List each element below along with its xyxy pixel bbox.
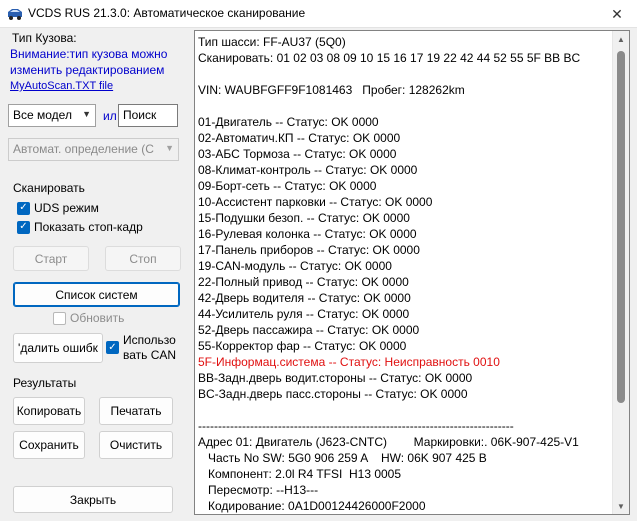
model-combo-value: Все модел xyxy=(13,108,72,122)
output-line: 22-Полный привод -- Статус: OK 0000 xyxy=(198,275,409,289)
close-window-icon[interactable]: ✕ xyxy=(597,0,637,28)
title-bar: VCDS RUS 21.3.0: Автоматическое сканиров… xyxy=(0,0,637,28)
output-line: 08-Климат-контроль -- Статус: OK 0000 xyxy=(198,163,418,177)
model-combo[interactable]: Все модел ▼ xyxy=(8,104,96,127)
scan-output-lines: Тип шасси: FF-AU37 (5Q0) Сканировать: 01 … xyxy=(198,34,608,514)
scrollbar-thumb[interactable] xyxy=(617,51,625,403)
output-line: 15-Подушки безоп. -- Статус: OK 0000 xyxy=(198,211,410,225)
body-type-warning-line1: Внимание:тип кузова можно xyxy=(10,47,168,61)
output-line: 02-Автоматич.КП -- Статус: OK 0000 xyxy=(198,131,401,145)
output-line: Компонент: 2.0l R4 TFSI H13 0005 xyxy=(198,467,402,481)
checkmark-icon: ✓ xyxy=(17,220,30,234)
chevron-down-icon: ▼ xyxy=(82,109,91,119)
output-line: 16-Рулевая колонка -- Статус: OK 0000 xyxy=(198,227,417,241)
start-button[interactable]: Старт xyxy=(13,246,89,271)
checkmark-icon: ✓ xyxy=(106,341,119,354)
print-button[interactable]: Печатать xyxy=(99,397,173,425)
scan-output-textarea[interactable]: Тип шасси: FF-AU37 (5Q0) Сканировать: 01 … xyxy=(194,30,630,515)
show-freeze-frame-label: Показать стоп-кадр xyxy=(34,220,143,234)
scroll-up-arrow-icon[interactable]: ▲ xyxy=(613,31,629,47)
use-can-label: Использо вать CAN xyxy=(123,333,176,363)
scan-label: Сканировать xyxy=(13,181,85,195)
body-type-label: Тип Кузова: xyxy=(12,31,77,45)
output-line: VIN: WAUBFGFF9F1081463 Пробег: 128262km xyxy=(198,83,465,97)
close-button[interactable]: Закрыть xyxy=(13,486,173,513)
refresh-label: Обновить xyxy=(70,311,125,325)
clear-button[interactable]: Очистить xyxy=(99,431,173,459)
output-line: 55-Корректор фар -- Статус: OK 0000 xyxy=(198,339,407,353)
output-line: 03-АБС Тормоза -- Статус: OK 0000 xyxy=(198,147,397,161)
output-line: Сканировать: 01 02 03 08 09 10 15 16 17 … xyxy=(198,51,581,65)
output-line: Кодирование: 0A1D00124426000F2000 xyxy=(198,499,426,513)
checkmark-icon: ✓ xyxy=(17,201,30,215)
output-line: 01-Двигатель -- Статус: OK 0000 xyxy=(198,115,379,129)
use-can-checkbox[interactable]: ✓ Использо вать CAN xyxy=(106,333,176,363)
output-line: 44-Усилитель руля -- Статус: OK 0000 xyxy=(198,307,410,321)
output-line-error: 5F-Информац.система -- Статус: Неисправн… xyxy=(198,355,500,369)
auto-detect-combo-value: Автомат. определение (С xyxy=(13,142,154,156)
output-line: 10-Ассистент парковки -- Статус: OK 0000 xyxy=(198,195,433,209)
uds-mode-checkbox[interactable]: ✓ UDS режим xyxy=(17,201,99,215)
output-line: ----------------------------------------… xyxy=(198,419,514,433)
vcds-logo-icon xyxy=(8,9,22,20)
output-line: Тип шасси: FF-AU37 (5Q0) xyxy=(198,35,346,49)
clear-errors-button[interactable]: 'далить ошибк xyxy=(13,333,103,363)
output-line: Пересмотр: --H13--- xyxy=(198,483,319,497)
search-input[interactable]: Поиск xyxy=(118,104,178,127)
output-line: 52-Дверь пассажира -- Статус: OK 0000 xyxy=(198,323,420,337)
copy-button[interactable]: Копировать xyxy=(13,397,85,425)
output-line: BC-Задн.дверь пасс.стороны -- Статус: OK… xyxy=(198,387,468,401)
output-line: 17-Панель приборов -- Статус: OK 0000 xyxy=(198,243,420,257)
window-title: VCDS RUS 21.3.0: Автоматическое сканиров… xyxy=(28,6,306,20)
auto-detect-combo: Автомат. определение (С ▼ xyxy=(8,138,179,161)
scroll-down-arrow-icon[interactable]: ▼ xyxy=(613,498,629,514)
checkbox-empty-icon xyxy=(53,311,66,325)
uds-mode-label: UDS режим xyxy=(34,201,99,215)
stop-button[interactable]: Стоп xyxy=(105,246,181,271)
refresh-checkbox[interactable]: Обновить xyxy=(53,311,124,325)
output-line: 09-Борт-сеть -- Статус: OK 0000 xyxy=(198,179,377,193)
myautoscan-file-link[interactable]: MyAutoScan.TXT file xyxy=(10,80,113,92)
show-freeze-frame-checkbox[interactable]: ✓ Показать стоп-кадр xyxy=(17,220,143,234)
system-list-button[interactable]: Список систем xyxy=(13,282,180,307)
use-can-label-line2: вать CAN xyxy=(123,348,177,362)
vertical-scrollbar[interactable]: ▲ ▼ xyxy=(612,31,629,514)
output-line: Часть No SW: 5G0 906 259 A HW: 06K 907 4… xyxy=(198,451,487,465)
save-button[interactable]: Сохранить xyxy=(13,431,85,459)
output-line: Адрес 01: Двигатель (J623-CNTC) Маркиров… xyxy=(198,435,579,449)
output-line: 19-CAN-модуль -- Статус: OK 0000 xyxy=(198,259,392,273)
output-line: 42-Дверь водителя -- Статус: OK 0000 xyxy=(198,291,411,305)
body-type-warning-line2: изменить редактированием xyxy=(10,63,165,77)
chevron-down-icon: ▼ xyxy=(165,143,174,153)
or-label: ил xyxy=(103,109,117,123)
output-line: BB-Задн.дверь водит.стороны -- Статус: O… xyxy=(198,371,473,385)
results-label: Результаты xyxy=(13,376,77,390)
use-can-label-line1: Использо xyxy=(123,333,176,347)
